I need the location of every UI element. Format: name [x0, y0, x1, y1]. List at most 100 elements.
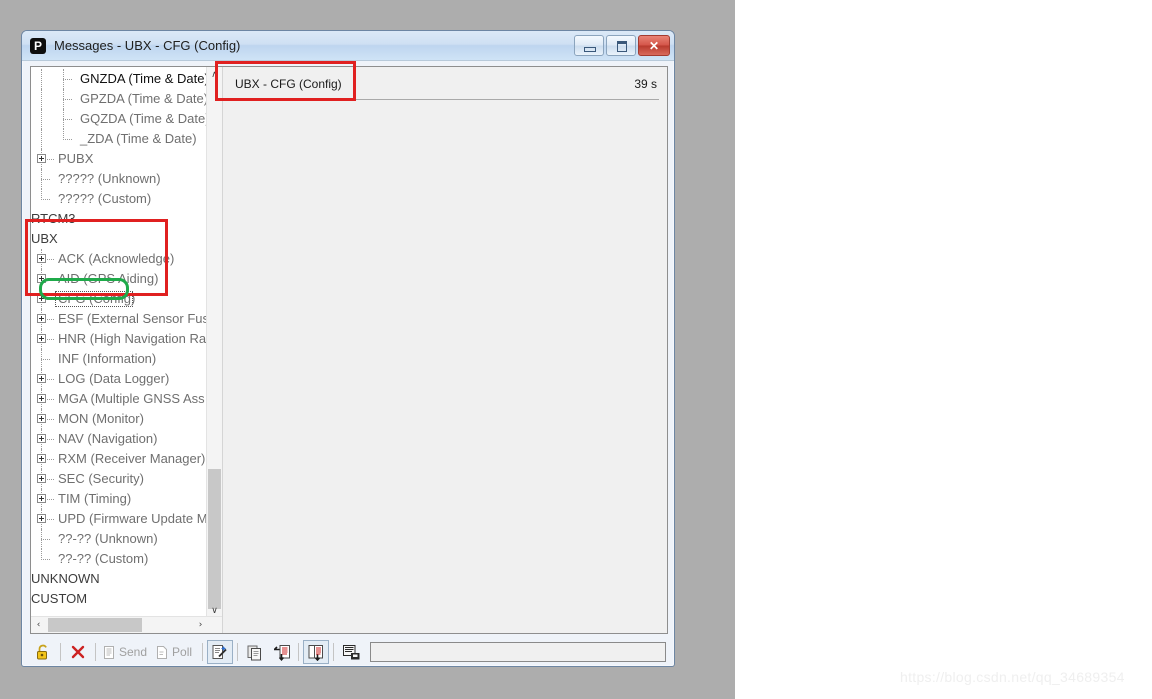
tree-vertical-scrollbar[interactable]: ∧ ∨: [206, 67, 222, 618]
send-label: Send: [119, 645, 148, 659]
tree-guide-line: [47, 459, 54, 460]
tree-item-label: UNKNOWN: [31, 571, 100, 586]
poll-icon: [157, 645, 168, 659]
maximize-button[interactable]: [606, 35, 636, 56]
import-message-button[interactable]: [268, 640, 294, 664]
tree-item[interactable]: CFG (Config): [31, 289, 208, 309]
clear-button[interactable]: [65, 640, 91, 664]
tree-item[interactable]: RXM (Receiver Manager): [31, 449, 208, 469]
tree-item-label: INF (Information): [58, 351, 157, 366]
hex-view-button[interactable]: [338, 640, 364, 664]
tree-guide-line: [47, 419, 54, 420]
tree-item[interactable]: NAV (Navigation): [31, 429, 208, 449]
tree-horizontal-scrollbar[interactable]: ‹ ›: [31, 616, 222, 633]
tree-vertical-scroll-thumb[interactable]: [208, 469, 221, 609]
tree-expand-icon[interactable]: [37, 154, 46, 163]
scroll-up-icon[interactable]: ∧: [207, 67, 222, 82]
tree-expand-icon[interactable]: [37, 394, 46, 403]
message-tree-panel: GNZDA (Time & Date) GPZDA (Time & Date) GQ…: [31, 67, 223, 633]
minimize-button[interactable]: [574, 35, 604, 56]
tree-item[interactable]: UBX: [31, 229, 208, 249]
copy-messages-button[interactable]: [242, 640, 268, 664]
message-header: UBX - CFG (Config) 39 s: [223, 67, 667, 101]
tree-item-label: ??-?? (Custom): [58, 551, 149, 566]
list-download-icon: [308, 644, 324, 661]
message-tree[interactable]: GNZDA (Time & Date) GPZDA (Time & Date) GQ…: [31, 67, 208, 618]
tree-item[interactable]: MGA (Multiple GNSS Ass: [31, 389, 208, 409]
edit-message-button[interactable]: [207, 640, 234, 664]
close-button[interactable]: ✕: [638, 35, 670, 56]
tree-item-label: GPZDA (Time & Date): [80, 91, 208, 106]
tree-item-label: _ZDA (Time & Date): [80, 131, 197, 146]
scroll-left-icon[interactable]: ‹: [31, 617, 46, 633]
tree-expand-icon[interactable]: [37, 414, 46, 423]
tree-expand-icon[interactable]: [37, 314, 46, 323]
minimize-icon: [584, 47, 596, 52]
tree-item[interactable]: ??-?? (Custom): [31, 549, 208, 569]
tree-item[interactable]: _ZDA (Time & Date): [31, 129, 208, 149]
tree-expand-icon[interactable]: [37, 294, 46, 303]
lock-button[interactable]: [30, 640, 56, 664]
tree-item[interactable]: UNKNOWN: [31, 569, 208, 589]
tree-item-label: SEC (Security): [58, 471, 144, 486]
tree-guide-line: [41, 359, 50, 360]
tree-item[interactable]: GNZDA (Time & Date): [31, 69, 208, 89]
tree-item-label: AID (GPS Aiding): [58, 271, 159, 286]
tree-item[interactable]: ????? (Unknown): [31, 169, 208, 189]
tree-item[interactable]: MON (Monitor): [31, 409, 208, 429]
tree-guide-line: [47, 439, 54, 440]
tree-expand-icon[interactable]: [37, 434, 46, 443]
tree-item[interactable]: ACK (Acknowledge): [31, 249, 208, 269]
tree-item-label: CUSTOM: [31, 591, 88, 606]
tree-item-label: GQZDA (Time & Date): [80, 111, 208, 126]
tree-item[interactable]: INF (Information): [31, 349, 208, 369]
tree-item-label: CFG (Config): [58, 291, 136, 306]
tree-expand-icon[interactable]: [37, 254, 46, 263]
tree-guide-line: [47, 299, 54, 300]
tree-item[interactable]: GPZDA (Time & Date): [31, 89, 208, 109]
tree-expand-icon[interactable]: [37, 454, 46, 463]
tree-item-label: LOG (Data Logger): [58, 371, 170, 386]
tree-item-label: ??-?? (Unknown): [58, 531, 158, 546]
tree-expand-icon[interactable]: [37, 374, 46, 383]
tree-item[interactable]: LOG (Data Logger): [31, 369, 208, 389]
tree-expand-icon[interactable]: [37, 494, 46, 503]
tree-item-label: PUBX: [58, 151, 94, 166]
tree-guide-line: [41, 89, 42, 109]
tree-item[interactable]: ??-?? (Unknown): [31, 529, 208, 549]
tree-item[interactable]: TIM (Timing): [31, 489, 208, 509]
tree-expand-icon[interactable]: [37, 334, 46, 343]
tree-item[interactable]: PUBX: [31, 149, 208, 169]
tree-guide-line: [63, 79, 72, 80]
tree-item[interactable]: ????? (Custom): [31, 189, 208, 209]
tree-guide-line: [41, 199, 50, 200]
toolbar-separator-3: [202, 643, 204, 661]
poll-button[interactable]: Poll: [153, 640, 198, 664]
tree-item[interactable]: GQZDA (Time & Date): [31, 109, 208, 129]
send-button[interactable]: Send: [100, 640, 153, 664]
tree-item[interactable]: HNR (High Navigation Ra: [31, 329, 208, 349]
tree-item-label: ESF (External Sensor Fusi: [58, 311, 208, 326]
red-x-icon: [71, 645, 85, 659]
tree-item[interactable]: RTCM3: [31, 209, 208, 229]
tree-horizontal-scroll-thumb[interactable]: [48, 618, 142, 632]
tree-item[interactable]: SEC (Security): [31, 469, 208, 489]
window-titlebar: P Messages - UBX - CFG (Config) ✕: [22, 31, 674, 61]
tree-guide-line: [47, 379, 54, 380]
toolbar-separator-5: [298, 643, 300, 661]
tree-item[interactable]: CUSTOM: [31, 589, 208, 609]
tree-item[interactable]: UPD (Firmware Update M: [31, 509, 208, 529]
tree-item-label: HNR (High Navigation Ra: [58, 331, 207, 346]
tree-item[interactable]: AID (GPS Aiding): [31, 269, 208, 289]
tree-item-label: MGA (Multiple GNSS Ass: [58, 391, 205, 406]
tree-guide-line: [47, 499, 54, 500]
window-title: Messages - UBX - CFG (Config): [54, 38, 241, 53]
window-client-area: GNZDA (Time & Date) GPZDA (Time & Date) GQ…: [24, 62, 672, 664]
expand-list-button[interactable]: [303, 640, 330, 664]
tree-expand-icon[interactable]: [37, 274, 46, 283]
command-input[interactable]: [370, 642, 666, 662]
tree-expand-icon[interactable]: [37, 474, 46, 483]
tree-expand-icon[interactable]: [37, 514, 46, 523]
tree-item[interactable]: ESF (External Sensor Fusi: [31, 309, 208, 329]
scroll-right-icon[interactable]: ›: [193, 617, 208, 633]
